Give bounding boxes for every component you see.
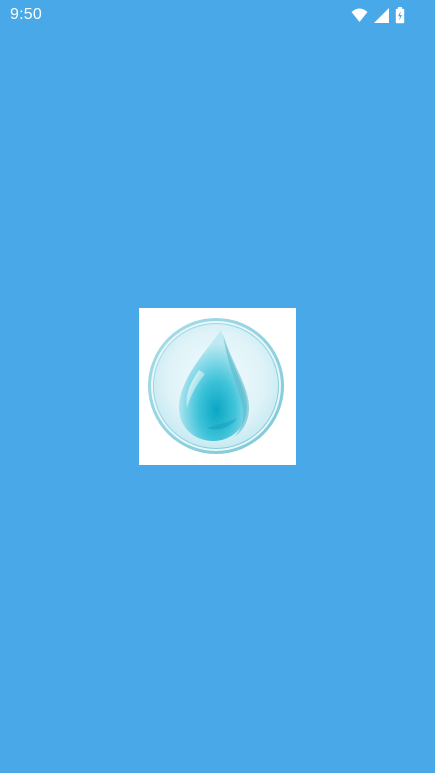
wifi-icon <box>351 8 368 22</box>
status-bar: 9:50 <box>0 0 435 30</box>
status-icons <box>351 6 405 24</box>
battery-charging-icon <box>395 6 405 24</box>
app-logo <box>139 308 296 465</box>
water-drop-icon <box>148 318 284 454</box>
cell-signal-icon <box>374 7 389 23</box>
status-time: 9:50 <box>10 6 42 23</box>
